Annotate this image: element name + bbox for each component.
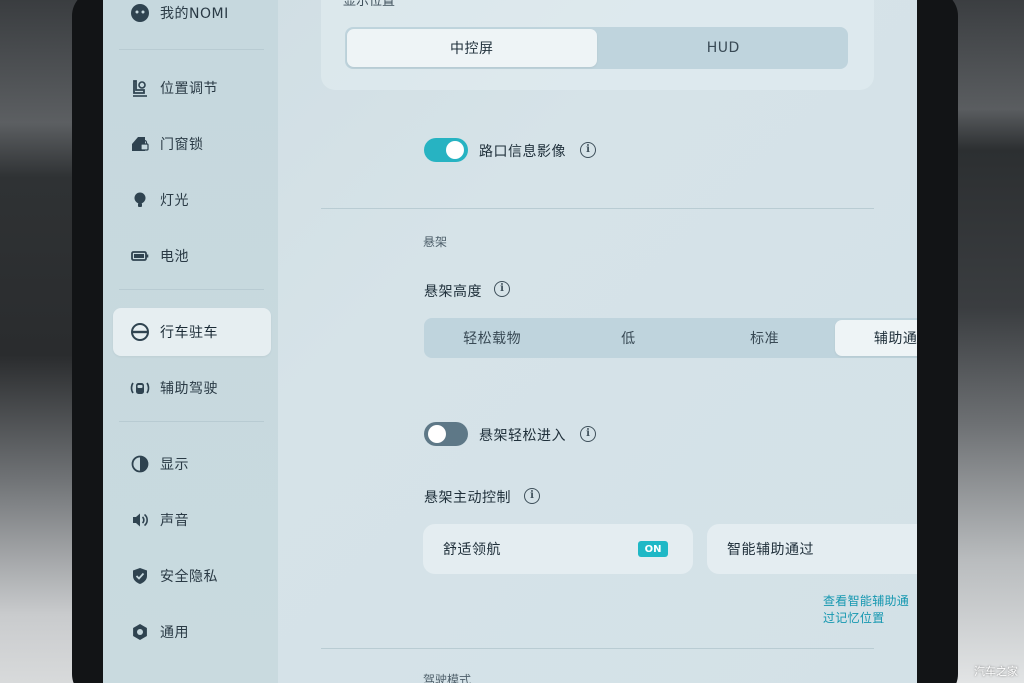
seat-adjust-icon [129,77,151,99]
info-icon[interactable]: i [580,142,596,158]
sidebar-item-lights[interactable]: 灯光 [113,176,271,224]
speaker-icon [129,509,151,531]
intersection-image-toggle[interactable] [424,138,468,162]
sidebar-item-security-privacy[interactable]: 安全隐私 [113,552,271,600]
settings-sidebar: 我的NOMI 位置调节 门窗锁 灯光 电池 行车驻车 辅助驾驶 显示 声音 安全… [103,0,278,683]
mode-card-comfort-pilot[interactable]: 舒适领航 ON [423,524,693,574]
nomi-face-icon [129,2,151,24]
sidebar-item-label: 行车驻车 [160,325,218,341]
suspension-section-title: 悬架 [423,235,448,249]
status-badge: ON [638,541,668,557]
sidebar-item-my-nomi[interactable]: 我的NOMI [113,0,271,37]
assisted-driving-icon [129,377,151,399]
suspension-easy-entry-toggle[interactable] [424,422,468,446]
info-icon[interactable]: i [494,281,510,297]
mode-label: 智能辅助通过 [727,542,814,558]
vehicle-settings-screen: 我的NOMI 位置调节 门窗锁 灯光 电池 行车驻车 辅助驾驶 显示 声音 安全… [103,0,917,683]
sidebar-item-label: 我的NOMI [160,6,229,22]
sidebar-divider [119,289,264,290]
display-option-center-screen[interactable]: 中控屏 [347,29,597,67]
sidebar-item-assisted-driving[interactable]: 辅助驾驶 [113,364,271,412]
intersection-image-label: 路口信息影像 [479,144,566,160]
watermark: 汽车之家 [974,665,1018,678]
display-position-title: 显示位置 [343,0,396,9]
height-option-standard[interactable]: 标准 [697,318,833,358]
sidebar-divider [119,49,264,50]
gear-icon [129,621,151,643]
light-bulb-icon [129,189,151,211]
memory-position-link[interactable]: 查看智能辅助通过记忆位置 [823,592,917,626]
settings-content: 显示位置 中控屏 HUD 路口信息影像 i 悬架 悬架高度 i 轻松载物 低 标… [278,0,917,683]
sidebar-item-sound[interactable]: 声音 [113,496,271,544]
suspension-height-label: 悬架高度 [424,284,482,300]
sidebar-item-label: 辅助驾驶 [160,381,218,397]
sidebar-item-seat-adjust[interactable]: 位置调节 [113,64,271,112]
sidebar-item-display[interactable]: 显示 [113,440,271,488]
driving-mode-section-title: 驾驶模式 [423,673,472,683]
mode-card-smart-assisted-pass[interactable]: 智能辅助通过 ON [707,524,917,574]
info-icon[interactable]: i [580,426,596,442]
display-option-hud[interactable]: HUD [599,27,849,69]
sidebar-item-label: 电池 [160,249,189,265]
toggle-knob [428,425,446,443]
info-icon[interactable]: i [524,488,540,504]
display-position-card: 显示位置 中控屏 HUD [321,0,874,90]
height-option-assisted-pass[interactable]: 辅助通过 [834,320,917,356]
mode-label: 舒适领航 [443,542,501,558]
sidebar-item-label: 声音 [160,513,189,529]
sidebar-item-driving-parking[interactable]: 行车驻车 [113,308,271,356]
sidebar-divider [119,421,264,422]
sidebar-item-battery[interactable]: 电池 [113,232,271,280]
display-icon [129,453,151,475]
sidebar-item-label: 通用 [160,625,189,641]
steering-wheel-icon [129,321,151,343]
height-option-low[interactable]: 低 [560,318,696,358]
shield-icon [129,565,151,587]
display-position-selector: 中控屏 HUD [345,27,848,69]
suspension-easy-entry-label: 悬架轻松进入 [479,428,566,444]
height-option-easy-load[interactable]: 轻松载物 [424,318,560,358]
sidebar-item-label: 灯光 [160,193,189,209]
section-divider [321,648,874,649]
sidebar-item-label: 位置调节 [160,81,218,97]
sidebar-item-label: 门窗锁 [160,137,204,153]
sidebar-item-label: 显示 [160,457,189,473]
sidebar-item-general[interactable]: 通用 [113,608,271,656]
door-lock-icon [129,133,151,155]
suspension-height-selector: 轻松载物 低 标准 辅助通过 [424,318,917,358]
toggle-knob [446,141,464,159]
suspension-active-control-label: 悬架主动控制 [424,490,511,506]
sidebar-item-door-lock[interactable]: 门窗锁 [113,120,271,168]
sidebar-item-label: 安全隐私 [160,569,218,585]
section-divider [321,208,874,209]
battery-icon [129,245,151,267]
